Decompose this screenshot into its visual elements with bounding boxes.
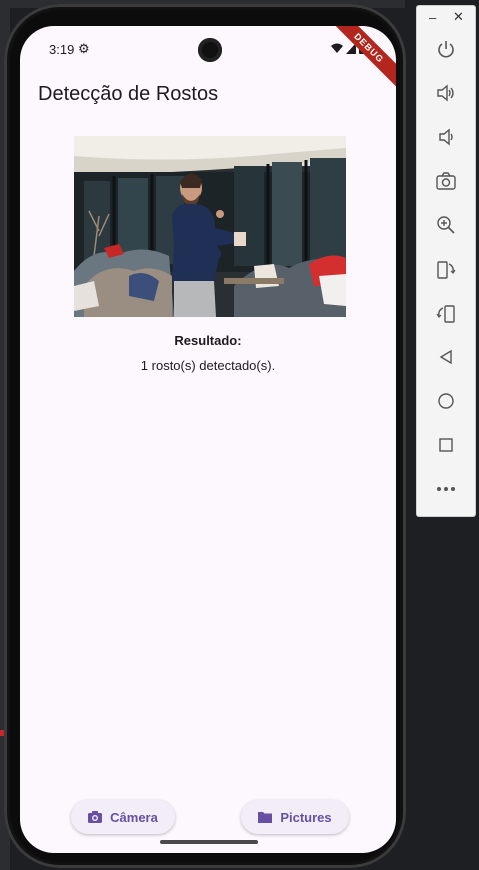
overview-icon [439, 438, 453, 452]
volume-up-icon [437, 84, 454, 102]
result-label: Resultado: [174, 333, 242, 348]
close-icon[interactable]: ✕ [453, 9, 464, 25]
front-camera-cutout [198, 38, 222, 62]
volume-down-icon [439, 128, 453, 146]
power-icon [438, 41, 454, 58]
minimize-icon[interactable]: – [429, 10, 436, 25]
overview-button[interactable] [431, 430, 461, 460]
rotate-right-button[interactable] [431, 298, 461, 328]
pictures-button-label: Pictures [280, 809, 332, 825]
camera-icon [88, 811, 103, 823]
rotate-left-button[interactable] [431, 254, 461, 284]
app-bar-title: Detecção de Rostos [38, 83, 219, 105]
folder-icon [258, 812, 273, 823]
rotate-left-icon [437, 261, 456, 279]
more-button[interactable] [431, 474, 461, 504]
zoom-icon [437, 216, 455, 234]
emulator-toolbar: – ✕ [417, 6, 475, 516]
volume-down-button[interactable] [431, 122, 461, 152]
screenshot-icon [436, 172, 456, 190]
wifi-icon [331, 43, 343, 53]
status-bar: 3:19 ⚙ [20, 26, 396, 70]
screenshot-button[interactable] [431, 166, 461, 196]
zoom-button[interactable] [431, 210, 461, 240]
home-button[interactable] [431, 386, 461, 416]
rotate-right-icon [436, 305, 455, 323]
camera-button-label: Câmera [110, 809, 158, 825]
result-text: 1 rosto(s) detectado(s). [140, 358, 276, 373]
power-button[interactable] [431, 34, 461, 64]
volume-up-button[interactable] [431, 78, 461, 108]
toolbar-window-controls: – ✕ [417, 9, 475, 26]
back-button[interactable] [431, 342, 461, 372]
camera-button[interactable]: Câmera [71, 800, 175, 834]
gesture-navigation-bar[interactable] [160, 840, 258, 844]
app-screen: 3:19 ⚙ DEBUG Detecção de Rostos Resultad… [20, 26, 396, 853]
settings-gear-icon: ⚙ [78, 41, 90, 56]
status-time: 3:19 [49, 42, 75, 57]
back-icon [439, 349, 452, 365]
pictures-button[interactable]: Pictures [241, 800, 349, 834]
photo-image [74, 136, 346, 317]
home-icon [438, 393, 454, 409]
more-icon [437, 487, 455, 491]
selected-photo [74, 136, 346, 317]
phone-frame: 3:19 ⚙ DEBUG Detecção de Rostos Resultad… [4, 4, 406, 868]
